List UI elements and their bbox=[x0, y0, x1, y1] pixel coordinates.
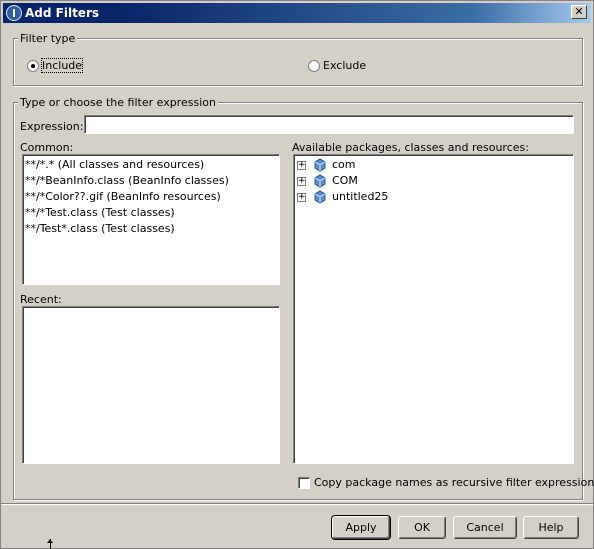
expand-icon[interactable]: + bbox=[297, 177, 306, 186]
package-icon bbox=[314, 174, 326, 188]
tree-item-untitled25[interactable]: + untitled25 bbox=[294, 189, 573, 205]
expression-legend: Type or choose the filter expression bbox=[18, 96, 218, 109]
title-bar[interactable]: Add Filters ✕ bbox=[3, 3, 591, 23]
recent-label: Recent: bbox=[20, 293, 62, 306]
tree-item-label: untitled25 bbox=[332, 190, 389, 203]
list-item[interactable]: **/*BeanInfo.class (BeanInfo classes) bbox=[24, 173, 278, 189]
filter-type-group: Filter type Include Exclude bbox=[13, 32, 583, 86]
exclude-radio[interactable] bbox=[308, 60, 320, 72]
tree-item-com[interactable]: + com bbox=[294, 157, 573, 173]
expression-group: Type or choose the filter expression Exp… bbox=[13, 96, 594, 500]
tree-item-COM[interactable]: + COM bbox=[294, 173, 573, 189]
expression-input[interactable] bbox=[84, 115, 574, 134]
list-item[interactable]: **/*Color??.gif (BeanInfo resources) bbox=[24, 189, 278, 205]
cancel-button[interactable]: Cancel bbox=[453, 516, 517, 539]
filter-type-legend: Filter type bbox=[18, 32, 78, 45]
help-button[interactable]: Help bbox=[523, 516, 579, 539]
copy-package-label[interactable]: Copy package names as recursive filter e… bbox=[314, 476, 594, 489]
exclude-label[interactable]: Exclude bbox=[323, 59, 366, 72]
add-filters-dialog: Add Filters ✕ Filter type Include Exclud… bbox=[0, 0, 594, 549]
include-radio[interactable] bbox=[27, 60, 39, 72]
tree-item-label: COM bbox=[332, 174, 358, 187]
include-label[interactable]: Include bbox=[40, 58, 84, 73]
app-icon bbox=[6, 5, 22, 21]
expand-icon[interactable]: + bbox=[297, 193, 306, 202]
copy-package-checkbox[interactable] bbox=[298, 477, 310, 489]
close-button[interactable]: ✕ bbox=[571, 5, 587, 19]
apply-button[interactable]: Apply bbox=[331, 515, 391, 540]
list-item[interactable]: **/*Test.class (Test classes) bbox=[24, 205, 278, 221]
list-item[interactable]: **/*.* (All classes and resources) bbox=[24, 157, 278, 173]
ok-button[interactable]: OK bbox=[398, 516, 446, 539]
recent-list[interactable] bbox=[22, 306, 280, 464]
common-list[interactable]: **/*.* (All classes and resources) **/*B… bbox=[22, 154, 280, 285]
dialog-title: Add Filters bbox=[25, 6, 100, 20]
mouse-cursor-icon bbox=[47, 539, 53, 549]
expression-label: Expression: bbox=[20, 120, 84, 133]
expand-icon[interactable]: + bbox=[297, 161, 306, 170]
button-separator bbox=[1, 503, 593, 505]
available-label: Available packages, classes and resource… bbox=[292, 141, 529, 154]
available-tree[interactable]: + com + COM + untitled25 bbox=[293, 154, 574, 464]
list-item[interactable]: **/Test*.class (Test classes) bbox=[24, 221, 278, 237]
tree-item-label: com bbox=[332, 158, 356, 171]
package-icon bbox=[314, 190, 326, 204]
package-icon bbox=[314, 158, 326, 172]
common-label: Common: bbox=[20, 141, 74, 154]
